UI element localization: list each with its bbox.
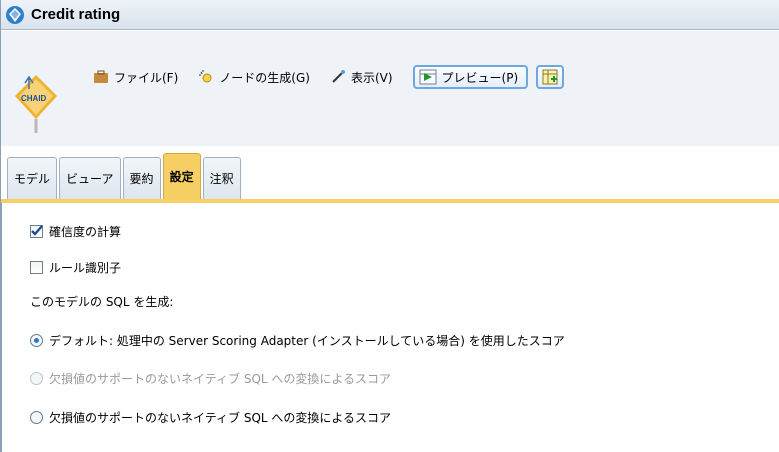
tab-viewer-label: ビューア <box>66 172 114 186</box>
generate-menu-label: ノードの生成(G) <box>219 70 310 85</box>
tab-viewer[interactable]: ビューア <box>59 157 121 199</box>
header-area: CHAID ファイル(F) ノードの生成(G) 表示(V) プレビュー(P) <box>1 31 779 146</box>
sql-option-native-disabled-label: 欠損値のサポートのないネイティブ SQL への変換によるスコア <box>49 372 392 386</box>
tab-summary[interactable]: 要約 <box>122 157 161 199</box>
table-add-icon <box>542 69 558 85</box>
view-menu[interactable]: 表示(V) <box>330 69 393 86</box>
sparkle-node-icon <box>199 70 212 83</box>
tab-settings[interactable]: 設定 <box>162 153 201 199</box>
view-menu-label: 表示(V) <box>350 70 393 85</box>
checkmark-icon <box>31 225 43 236</box>
calc-confidence-label: 確信度の計算 <box>49 225 122 239</box>
rule-id-checkbox[interactable] <box>30 261 43 274</box>
settings-panel: 確信度の計算 ルール識別子 このモデルの SQL を生成: デフォルト: 処理中… <box>1 203 779 452</box>
tab-summary-label: 要約 <box>129 172 154 186</box>
chaid-badge: CHAID <box>21 94 47 103</box>
window-title: Credit rating <box>31 6 121 23</box>
tab-annotations-label: 注釈 <box>209 172 234 186</box>
tab-annotations[interactable]: 注釈 <box>202 157 241 199</box>
tab-strip: モデル ビューア 要約 設定 注釈 <box>7 153 243 199</box>
preview-play-icon <box>419 69 437 85</box>
briefcase-icon <box>94 70 108 83</box>
sql-option-default-label: デフォルト: 処理中の Server Scoring Adapter (インスト… <box>49 334 565 348</box>
sql-option-default[interactable]: デフォルト: 処理中の Server Scoring Adapter (インスト… <box>30 332 565 349</box>
file-menu[interactable]: ファイル(F) <box>93 69 178 86</box>
rule-id-label: ルール識別子 <box>49 261 122 275</box>
rule-id-row[interactable]: ルール識別子 <box>30 259 121 276</box>
menubar: ファイル(F) ノードの生成(G) 表示(V) プレビュー(P) <box>93 63 565 91</box>
brush-icon <box>332 70 345 83</box>
sql-heading-text: このモデルの SQL を生成: <box>30 295 174 309</box>
tab-model[interactable]: モデル <box>7 157 58 199</box>
sql-option-native-radio[interactable] <box>30 411 43 424</box>
preview-button[interactable]: プレビュー(P) <box>412 65 529 89</box>
add-output-button[interactable] <box>536 65 565 89</box>
calc-confidence-row[interactable]: 確信度の計算 <box>30 223 121 240</box>
file-menu-label: ファイル(F) <box>114 70 179 85</box>
tab-settings-label: 設定 <box>169 170 194 184</box>
title-bar: Credit rating <box>1 0 779 30</box>
sql-heading: このモデルの SQL を生成: <box>30 293 173 310</box>
sql-option-default-radio[interactable] <box>30 334 43 347</box>
preview-label: プレビュー(P) <box>441 70 519 85</box>
sql-option-native-disabled-radio <box>30 372 43 385</box>
model-window: Credit rating CHAID ファイル(F) ノードの生成(G) 表示… <box>0 0 779 452</box>
generate-menu[interactable]: ノードの生成(G) <box>198 69 310 86</box>
sql-option-native-label: 欠損値のサポートのないネイティブ SQL への変換によるスコア <box>49 411 392 425</box>
tab-model-label: モデル <box>14 172 51 186</box>
sql-option-native[interactable]: 欠損値のサポートのないネイティブ SQL への変換によるスコア <box>30 409 391 426</box>
sql-option-native-disabled: 欠損値のサポートのないネイティブ SQL への変換によるスコア <box>30 370 391 387</box>
diamond-node-icon <box>6 5 24 24</box>
chaid-model-icon: CHAID <box>15 75 57 133</box>
calc-confidence-checkbox[interactable] <box>30 225 43 238</box>
